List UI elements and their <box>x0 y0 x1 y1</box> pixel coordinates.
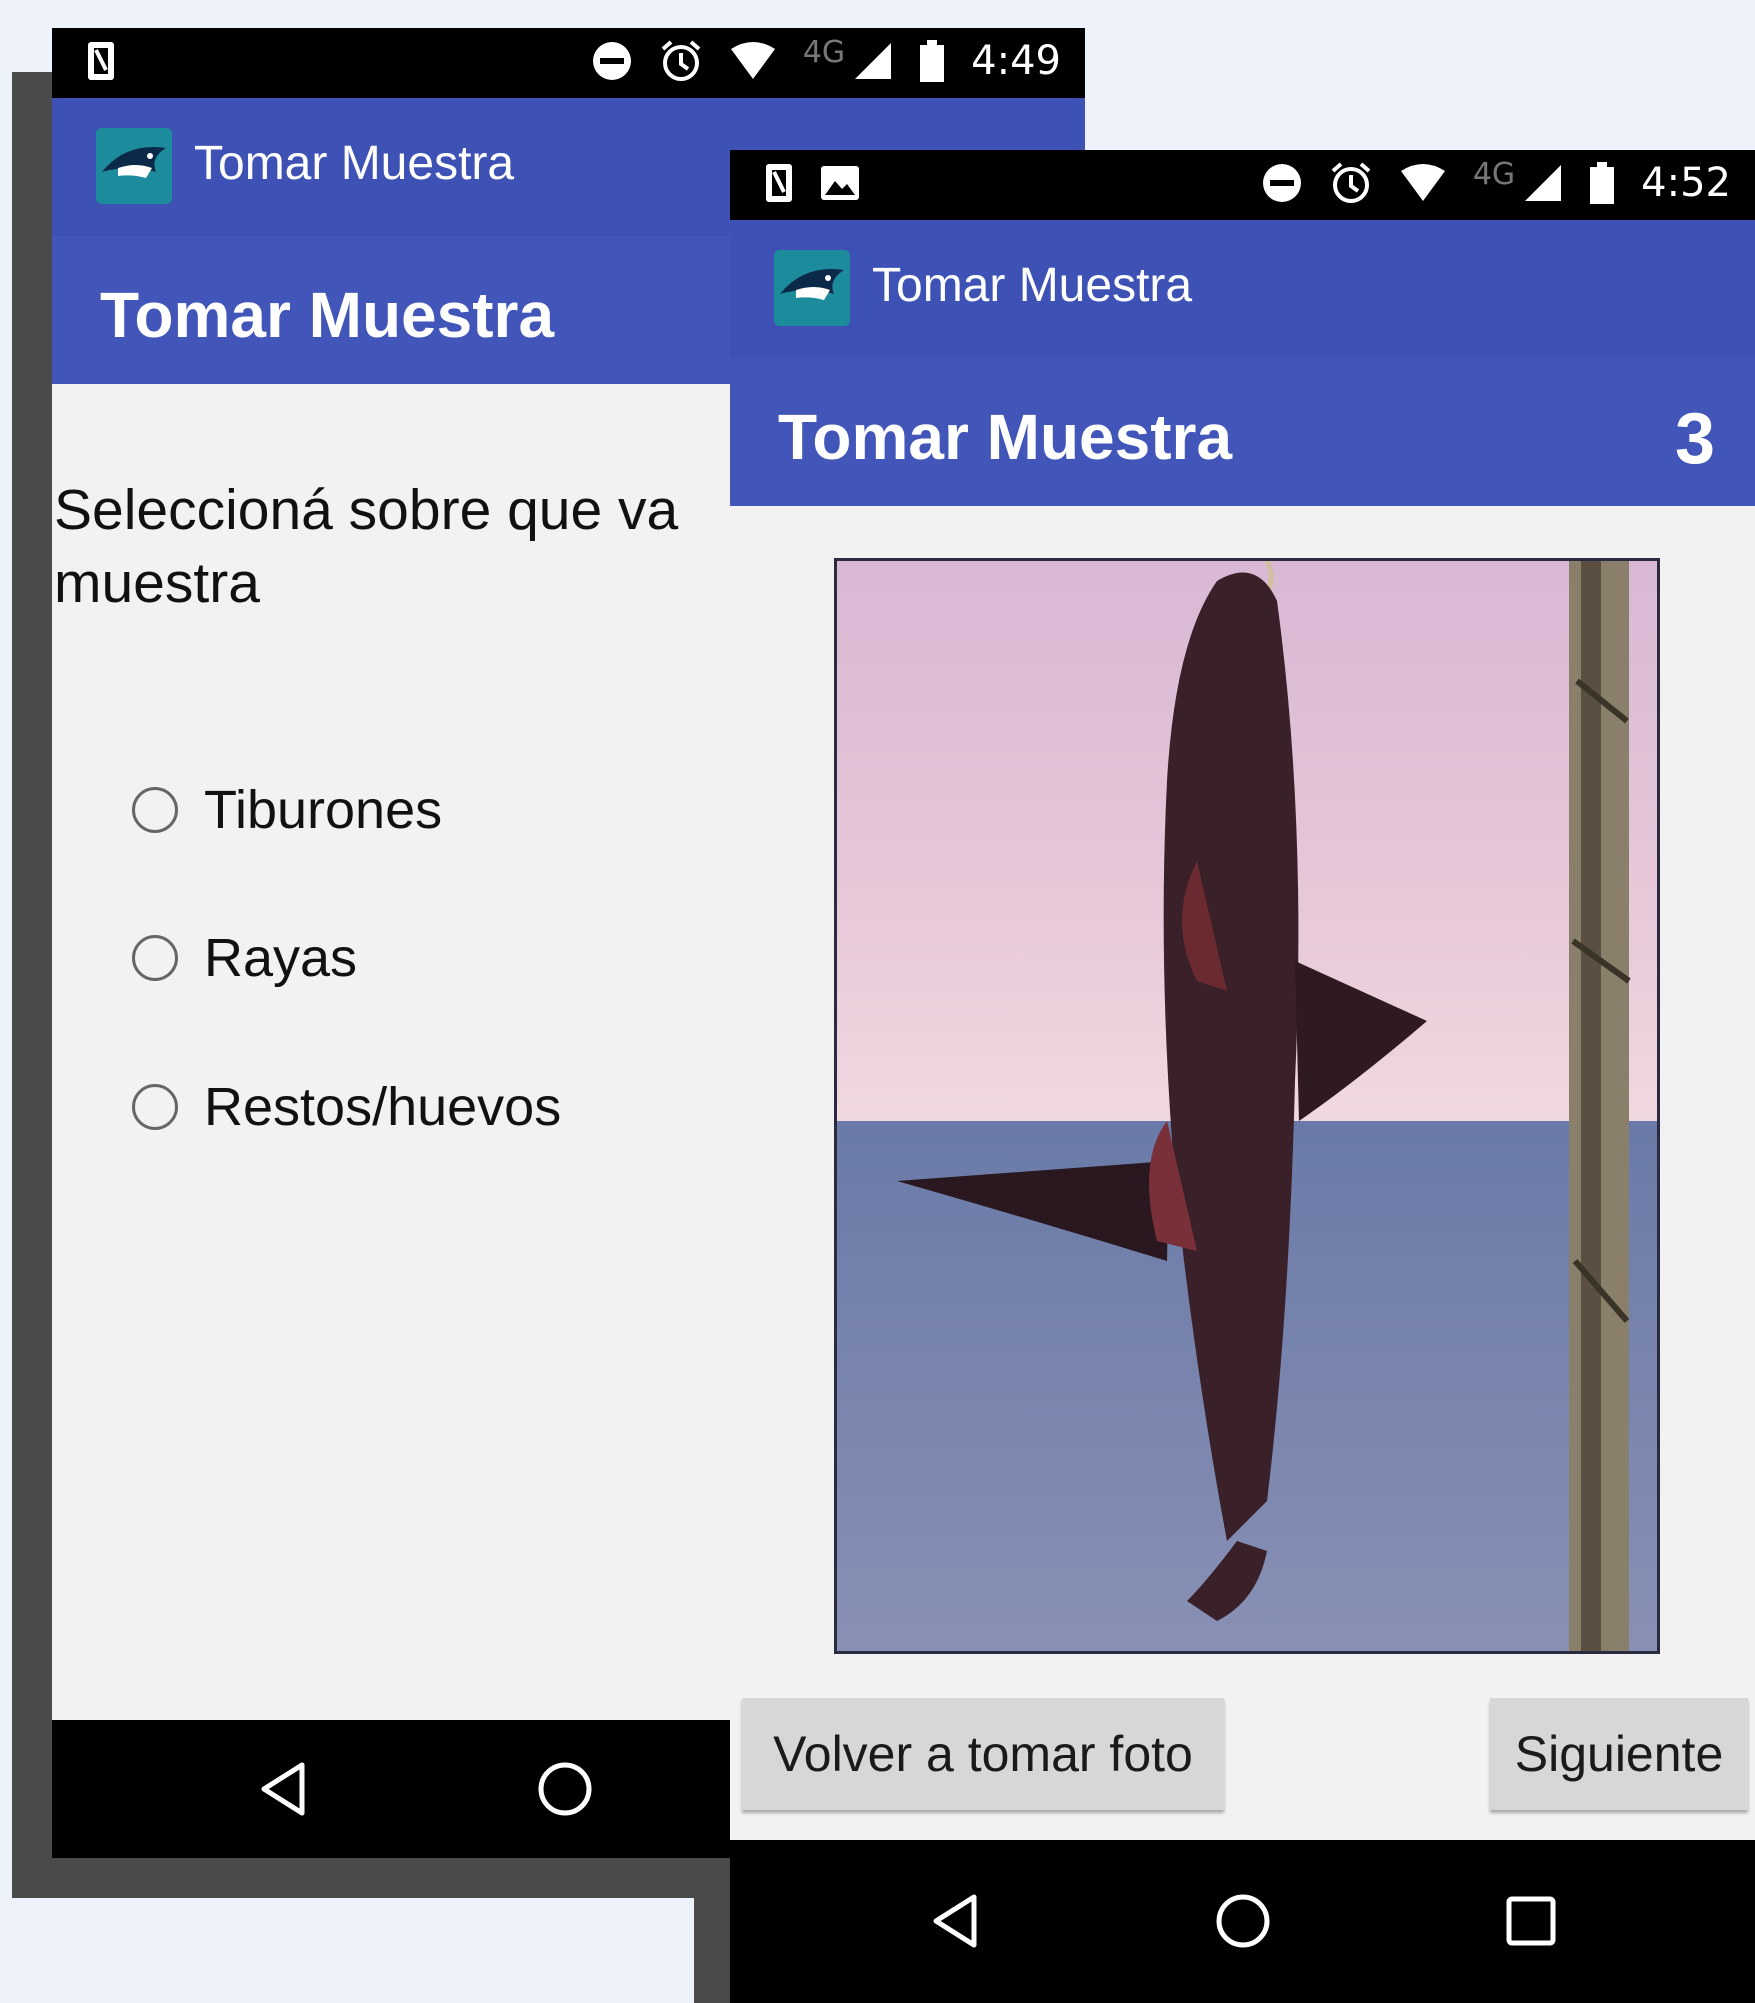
radio-button[interactable] <box>132 935 178 981</box>
home-icon[interactable] <box>530 1754 600 1824</box>
image-icon <box>821 166 859 200</box>
dnd-icon <box>1262 164 1301 202</box>
radio-option-rayas[interactable]: Rayas <box>132 918 357 998</box>
alarm-icon <box>661 40 701 81</box>
page-title: Tomar Muestra <box>778 401 1233 473</box>
battery-icon <box>1590 162 1615 204</box>
status-bar: 4G 4:52 <box>730 150 1755 220</box>
radio-label: Rayas <box>204 928 358 988</box>
sim-icon <box>88 42 114 80</box>
radio-button[interactable] <box>132 787 178 833</box>
retake-photo-button[interactable]: Volver a tomar foto <box>742 1698 1224 1810</box>
app-title: Tomar Muestra <box>872 259 1193 312</box>
next-button[interactable]: Siguiente <box>1490 1698 1748 1810</box>
alarm-icon <box>1331 162 1371 203</box>
status-bar: 4G 4:49 <box>52 28 1085 98</box>
status-time: 4:49 <box>971 38 1061 84</box>
back-icon[interactable] <box>248 1754 318 1824</box>
radio-label: Restos/huevos <box>204 1077 562 1137</box>
signal-icon <box>1525 165 1562 201</box>
dnd-icon <box>592 42 631 80</box>
network-type: 4G <box>1472 156 1516 192</box>
wifi-icon <box>730 42 775 79</box>
signal-icon <box>855 43 892 79</box>
home-icon[interactable] <box>1208 1886 1278 1956</box>
back-icon[interactable] <box>920 1886 990 1956</box>
app-logo <box>774 250 850 326</box>
radio-option-tiburones[interactable]: Tiburones <box>132 770 442 850</box>
app-bar: Tomar Muestra <box>730 220 1755 358</box>
phone-screen-2: 4G 4:52 Tomar Muestra Tomar Muestra 3 Vo… <box>730 150 1755 2003</box>
radio-label: Tiburones <box>204 780 443 840</box>
radio-button[interactable] <box>132 1084 178 1130</box>
photo-counter: 3 <box>1674 399 1715 479</box>
navigation-bar <box>730 1840 1755 2003</box>
page-title: Tomar Muestra <box>100 279 555 351</box>
recents-icon[interactable] <box>1496 1886 1566 1956</box>
sim-icon <box>766 164 792 202</box>
network-type: 4G <box>802 34 846 70</box>
wifi-icon <box>1400 164 1445 201</box>
battery-icon <box>920 40 945 82</box>
captured-photo <box>834 558 1660 1654</box>
status-time: 4:52 <box>1641 160 1731 206</box>
app-title: Tomar Muestra <box>194 137 515 190</box>
app-logo <box>96 128 172 204</box>
radio-option-restos-huevos[interactable]: Restos/huevos <box>132 1067 561 1147</box>
screen-header: Tomar Muestra 3 <box>730 358 1755 506</box>
